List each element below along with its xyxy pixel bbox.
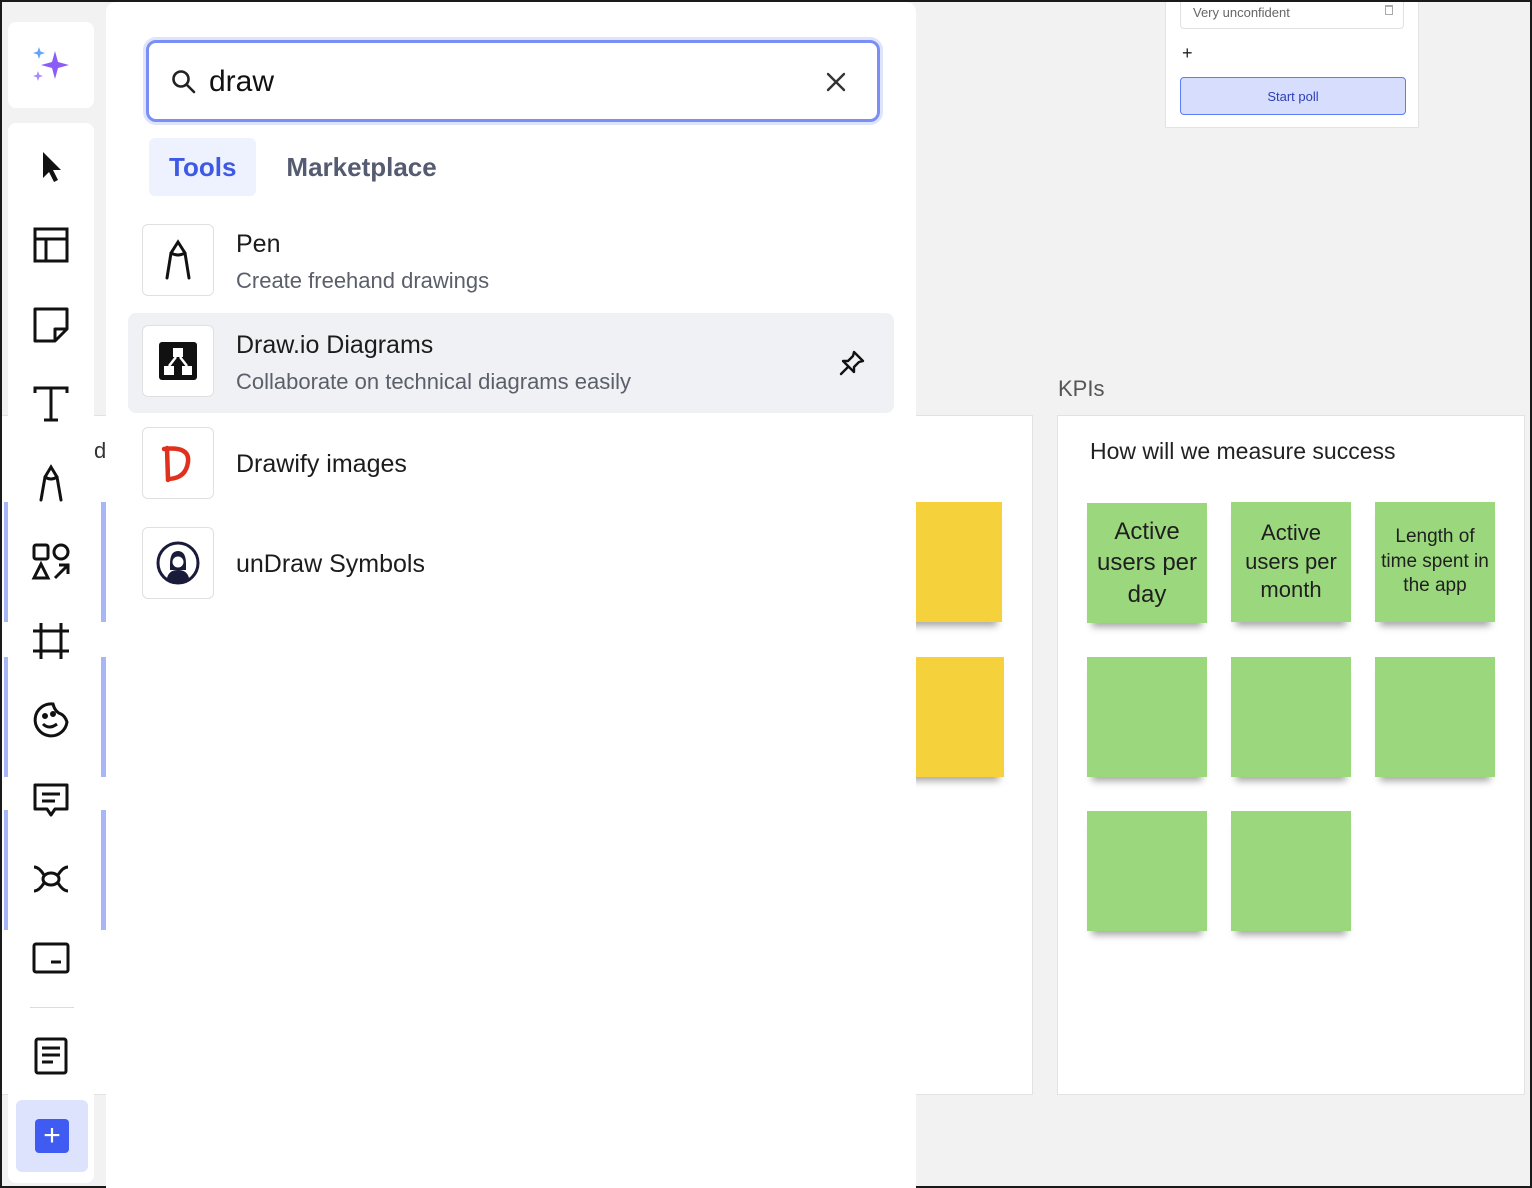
sticky-note-icon xyxy=(33,307,69,343)
sticky-note-empty[interactable] xyxy=(1231,657,1351,777)
shapes-icon xyxy=(31,543,70,580)
poll-option[interactable]: Very unconfident xyxy=(1180,2,1404,29)
document-tool[interactable] xyxy=(26,1031,76,1081)
result-drawify-images[interactable]: Drawify images xyxy=(128,415,894,515)
text-tool[interactable] xyxy=(26,379,76,429)
sticky-note-kpi-3[interactable]: Length of time spent in the app xyxy=(1375,502,1495,622)
result-undraw-symbols[interactable]: unDraw Symbols xyxy=(128,515,894,615)
frame-tool[interactable] xyxy=(26,616,76,666)
search-input[interactable] xyxy=(209,57,809,107)
result-icon-box xyxy=(142,325,214,397)
result-pen[interactable]: Pen Create freehand drawings xyxy=(128,212,894,312)
result-title: Pen xyxy=(236,230,281,258)
result-title: unDraw Symbols xyxy=(236,550,425,578)
tab-tools[interactable]: Tools xyxy=(149,138,257,196)
kpi-frame-title: KPIs xyxy=(1058,376,1105,401)
drawify-icon xyxy=(161,445,191,483)
search-icon xyxy=(172,70,196,94)
comment-icon xyxy=(33,783,69,817)
sticker-tool[interactable] xyxy=(26,695,76,745)
pen-icon xyxy=(39,464,63,502)
sticky-note-tool[interactable] xyxy=(26,300,76,350)
search-box[interactable] xyxy=(146,40,880,122)
result-title: Draw.io Diagrams xyxy=(236,331,434,359)
result-icon-box xyxy=(142,527,214,599)
ai-assistant-button[interactable] xyxy=(8,22,94,108)
search-tabs: Tools Marketplace xyxy=(149,138,457,196)
more-tools-button[interactable]: + xyxy=(16,1100,88,1172)
left-toolbar: + xyxy=(8,123,94,1183)
canvas-text-fragment: d xyxy=(94,438,107,463)
templates-icon xyxy=(33,227,69,263)
result-subtitle: Collaborate on technical diagrams easily xyxy=(236,369,631,394)
shapes-tool[interactable] xyxy=(26,537,76,587)
poll-option-label: Very unconfident xyxy=(1193,5,1290,20)
kpi-heading: How will we measure success xyxy=(1090,438,1396,464)
result-subtitle: Create freehand drawings xyxy=(236,268,490,293)
select-icon xyxy=(43,152,61,182)
sticky-note-empty[interactable] xyxy=(1087,657,1207,777)
text-icon xyxy=(33,386,69,422)
comment-tool[interactable] xyxy=(26,775,76,825)
card-tool[interactable] xyxy=(26,933,76,983)
clear-icon[interactable] xyxy=(825,71,847,93)
result-title: Drawify images xyxy=(236,450,407,478)
result-icon-box xyxy=(142,224,214,296)
add-icon: + xyxy=(35,1119,69,1153)
add-option-button[interactable]: + xyxy=(1182,43,1193,64)
sticky-text: Active users per day xyxy=(1096,518,1198,608)
select-tool[interactable] xyxy=(26,141,76,191)
sticky-note-empty[interactable] xyxy=(1375,657,1495,777)
undraw-icon xyxy=(156,541,200,585)
ai-sparkle-icon xyxy=(33,47,69,81)
sticky-note-kpi-2[interactable]: Active users per month xyxy=(1231,502,1351,622)
sticky-text: Active users per month xyxy=(1245,520,1337,603)
trash-icon[interactable] xyxy=(1385,5,1393,15)
toolbar-divider xyxy=(30,1007,74,1008)
pen-tool[interactable] xyxy=(26,458,76,508)
mind-map-tool[interactable] xyxy=(26,854,76,904)
pen-icon xyxy=(165,239,191,280)
tools-search-panel: Tools Marketplace Pen Create freehand dr… xyxy=(106,2,916,1188)
sticky-note-empty[interactable] xyxy=(1087,811,1207,931)
document-icon xyxy=(34,1037,68,1075)
result-icon-box xyxy=(142,427,214,499)
sticker-icon xyxy=(33,702,69,738)
start-poll-button[interactable]: Start poll xyxy=(1180,77,1406,115)
pin-icon[interactable] xyxy=(838,349,866,377)
tab-marketplace[interactable]: Marketplace xyxy=(266,138,456,196)
drawio-icon xyxy=(159,342,197,380)
sticky-note-empty[interactable] xyxy=(1231,811,1351,931)
mind-map-icon xyxy=(33,865,69,893)
poll-card: Very unconfident + Start poll xyxy=(1165,2,1419,128)
card-icon xyxy=(32,942,70,974)
sticky-note-kpi-1[interactable]: Active users per day xyxy=(1087,503,1207,623)
sticky-text: Length of time spent in the app xyxy=(1381,525,1489,597)
frame-icon xyxy=(33,623,69,659)
result-drawio-diagrams[interactable]: Draw.io Diagrams Collaborate on technica… xyxy=(128,313,894,413)
templates-tool[interactable] xyxy=(26,220,76,270)
